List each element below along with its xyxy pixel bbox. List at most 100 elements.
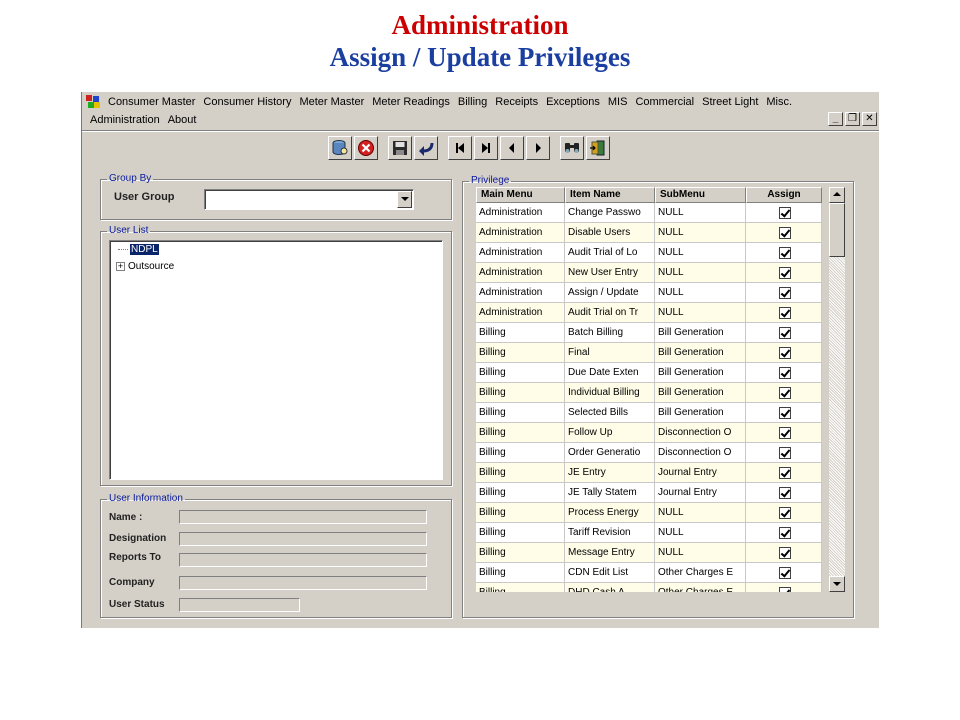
table-cell[interactable]: Due Date Exten xyxy=(565,363,655,383)
table-row[interactable]: Billing Message Entry NULL xyxy=(476,543,822,563)
table-cell[interactable]: Journal Entry xyxy=(655,483,746,503)
table-cell[interactable]: Individual Billing xyxy=(565,383,655,403)
scroll-down-button[interactable] xyxy=(829,576,845,592)
table-cell[interactable]: NULL xyxy=(655,523,746,543)
minimize-button[interactable]: _ xyxy=(828,112,843,126)
table-cell[interactable]: Billing xyxy=(476,523,565,543)
user-list-tree[interactable]: NDPL + Outsource xyxy=(109,240,443,480)
assign-checkbox[interactable] xyxy=(779,506,791,519)
table-row[interactable]: Billing Order Generatio Disconnection O xyxy=(476,443,822,463)
cancel-button[interactable] xyxy=(354,136,378,160)
menu-item-meter-readings[interactable]: Meter Readings xyxy=(368,96,454,108)
table-cell[interactable]: New User Entry xyxy=(565,263,655,283)
combo-dropdown-button[interactable] xyxy=(397,191,412,208)
table-row[interactable]: Administration Audit Trial on Tr NULL xyxy=(476,303,822,323)
designation-field[interactable] xyxy=(179,532,427,546)
table-cell[interactable]: Bill Generation xyxy=(655,323,746,343)
privilege-grid[interactable]: Main Menu Item Name SubMenu Assign Administ… xyxy=(476,187,822,592)
table-row[interactable]: Administration Disable Users NULL xyxy=(476,223,822,243)
table-row[interactable]: Billing Selected Bills Bill Generation xyxy=(476,403,822,423)
table-cell[interactable]: Bill Generation xyxy=(655,343,746,363)
table-cell[interactable]: Administration xyxy=(476,283,565,303)
table-cell[interactable]: Billing xyxy=(476,503,565,523)
close-button[interactable]: ✕ xyxy=(862,112,877,126)
table-cell[interactable]: Billing xyxy=(476,463,565,483)
table-cell[interactable]: Disconnection O xyxy=(655,443,746,463)
table-cell[interactable]: Disconnection O xyxy=(655,423,746,443)
table-cell[interactable]: Disable Users xyxy=(565,223,655,243)
reports-to-field[interactable] xyxy=(179,553,427,567)
table-row[interactable]: Billing JE Tally Statem Journal Entry xyxy=(476,483,822,503)
table-cell[interactable]: NULL xyxy=(655,543,746,563)
table-cell[interactable]: Message Entry xyxy=(565,543,655,563)
menu-item-consumer-master[interactable]: Consumer Master xyxy=(104,96,199,108)
table-cell[interactable]: Billing xyxy=(476,543,565,563)
table-cell[interactable]: Assign / Update xyxy=(565,283,655,303)
assign-checkbox[interactable] xyxy=(779,466,791,479)
table-row[interactable]: Administration Assign / Update NULL xyxy=(476,283,822,303)
table-cell[interactable]: CDN Edit List xyxy=(565,563,655,583)
table-cell[interactable]: NULL xyxy=(655,243,746,263)
table-cell[interactable]: Selected Bills xyxy=(565,403,655,423)
menu-item-consumer-history[interactable]: Consumer History xyxy=(199,96,295,108)
table-cell[interactable]: Other Charges E xyxy=(655,583,746,592)
menu-item-administration[interactable]: Administration xyxy=(86,114,164,126)
table-cell[interactable]: Change Passwo xyxy=(565,203,655,223)
table-cell[interactable]: NULL xyxy=(655,203,746,223)
assign-checkbox[interactable] xyxy=(779,526,791,539)
menu-item-commercial[interactable]: Commercial xyxy=(631,96,698,108)
table-cell[interactable]: Journal Entry xyxy=(655,463,746,483)
find-database-button[interactable] xyxy=(328,136,352,160)
assign-checkbox[interactable] xyxy=(779,306,791,319)
scroll-thumb[interactable] xyxy=(829,203,845,257)
column-header-assign[interactable]: Assign xyxy=(746,187,822,203)
assign-checkbox[interactable] xyxy=(779,546,791,559)
next-record-button[interactable] xyxy=(526,136,550,160)
column-header-main-menu[interactable]: Main Menu xyxy=(476,187,565,203)
column-header-submenu[interactable]: SubMenu xyxy=(655,187,746,203)
table-row[interactable]: Administration Audit Trial of Lo NULL xyxy=(476,243,822,263)
table-cell[interactable]: Tariff Revision xyxy=(565,523,655,543)
table-cell[interactable]: NULL xyxy=(655,223,746,243)
table-cell[interactable]: NULL xyxy=(655,503,746,523)
table-cell[interactable]: Audit Trial on Tr xyxy=(565,303,655,323)
assign-checkbox[interactable] xyxy=(779,406,791,419)
table-cell[interactable]: Billing xyxy=(476,403,565,423)
table-cell[interactable]: Batch Billing xyxy=(565,323,655,343)
menu-item-about[interactable]: About xyxy=(164,114,201,126)
search-button[interactable] xyxy=(560,136,584,160)
exit-button[interactable] xyxy=(586,136,610,160)
table-cell[interactable]: Administration xyxy=(476,263,565,283)
table-cell[interactable]: NULL xyxy=(655,283,746,303)
table-cell[interactable]: Bill Generation xyxy=(655,363,746,383)
menu-item-meter-master[interactable]: Meter Master xyxy=(295,96,368,108)
table-row[interactable]: Billing Follow Up Disconnection O xyxy=(476,423,822,443)
table-cell[interactable]: Other Charges E xyxy=(655,563,746,583)
last-record-button[interactable] xyxy=(474,136,498,160)
table-row[interactable]: Administration Change Passwo NULL xyxy=(476,203,822,223)
table-cell[interactable]: Audit Trial of Lo xyxy=(565,243,655,263)
menu-item-mis[interactable]: MIS xyxy=(604,96,632,108)
scroll-up-button[interactable] xyxy=(829,187,845,203)
table-cell[interactable]: Administration xyxy=(476,243,565,263)
table-row[interactable]: Billing Final Bill Generation xyxy=(476,343,822,363)
assign-checkbox[interactable] xyxy=(779,426,791,439)
table-cell[interactable]: Bill Generation xyxy=(655,403,746,423)
user-status-field[interactable] xyxy=(179,598,300,612)
assign-checkbox[interactable] xyxy=(779,286,791,299)
table-row[interactable]: Administration New User Entry NULL xyxy=(476,263,822,283)
save-button[interactable] xyxy=(388,136,412,160)
table-cell[interactable]: NULL xyxy=(655,263,746,283)
table-cell[interactable]: JE Tally Statem xyxy=(565,483,655,503)
assign-checkbox[interactable] xyxy=(779,326,791,339)
table-cell[interactable]: Billing xyxy=(476,563,565,583)
assign-checkbox[interactable] xyxy=(779,246,791,259)
assign-checkbox[interactable] xyxy=(779,366,791,379)
table-cell[interactable]: DHD Cash A xyxy=(565,583,655,592)
table-cell[interactable]: Administration xyxy=(476,303,565,323)
table-row[interactable]: Billing JE Entry Journal Entry xyxy=(476,463,822,483)
assign-checkbox[interactable] xyxy=(779,206,791,219)
undo-button[interactable] xyxy=(414,136,438,160)
table-row[interactable]: Billing Process Energy NULL xyxy=(476,503,822,523)
table-cell[interactable]: Billing xyxy=(476,443,565,463)
